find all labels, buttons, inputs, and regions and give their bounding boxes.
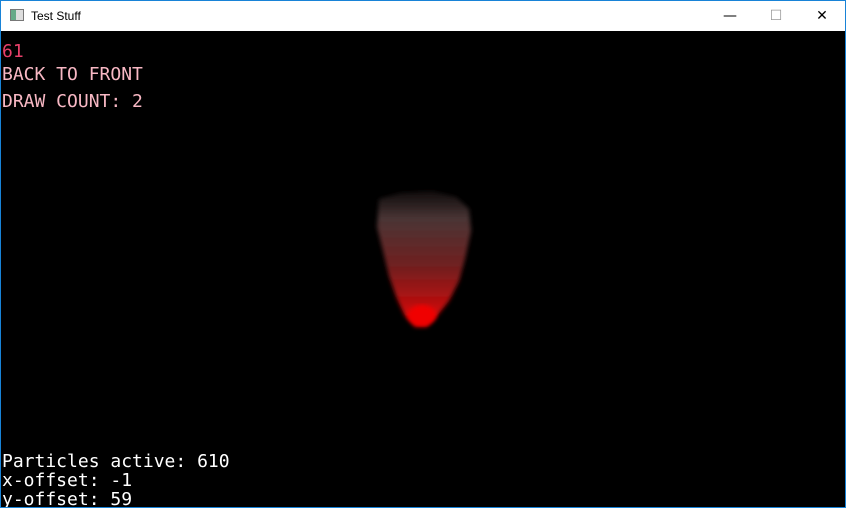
y-offset-label: y-offset: 59 <box>2 489 133 508</box>
app-icon <box>10 9 24 21</box>
minimize-button[interactable]: — <box>707 1 753 31</box>
particle-core <box>408 305 436 325</box>
particle-effect <box>377 191 471 327</box>
particles-active-label: Particles active: 610 <box>2 451 230 472</box>
render-canvas[interactable]: 61 BACK TO FRONT DRAW COUNT: 2 Particles… <box>1 31 845 507</box>
x-offset-label: x-offset: -1 <box>2 470 133 491</box>
close-button[interactable]: ✕ <box>799 1 845 31</box>
title-bar[interactable]: Test Stuff — ☐ ✕ <box>1 1 845 31</box>
window-title: Test Stuff <box>31 9 81 23</box>
maximize-button[interactable]: ☐ <box>753 1 799 31</box>
app-window: Test Stuff — ☐ ✕ 61 BACK TO FRONT DRAW C… <box>0 0 846 508</box>
